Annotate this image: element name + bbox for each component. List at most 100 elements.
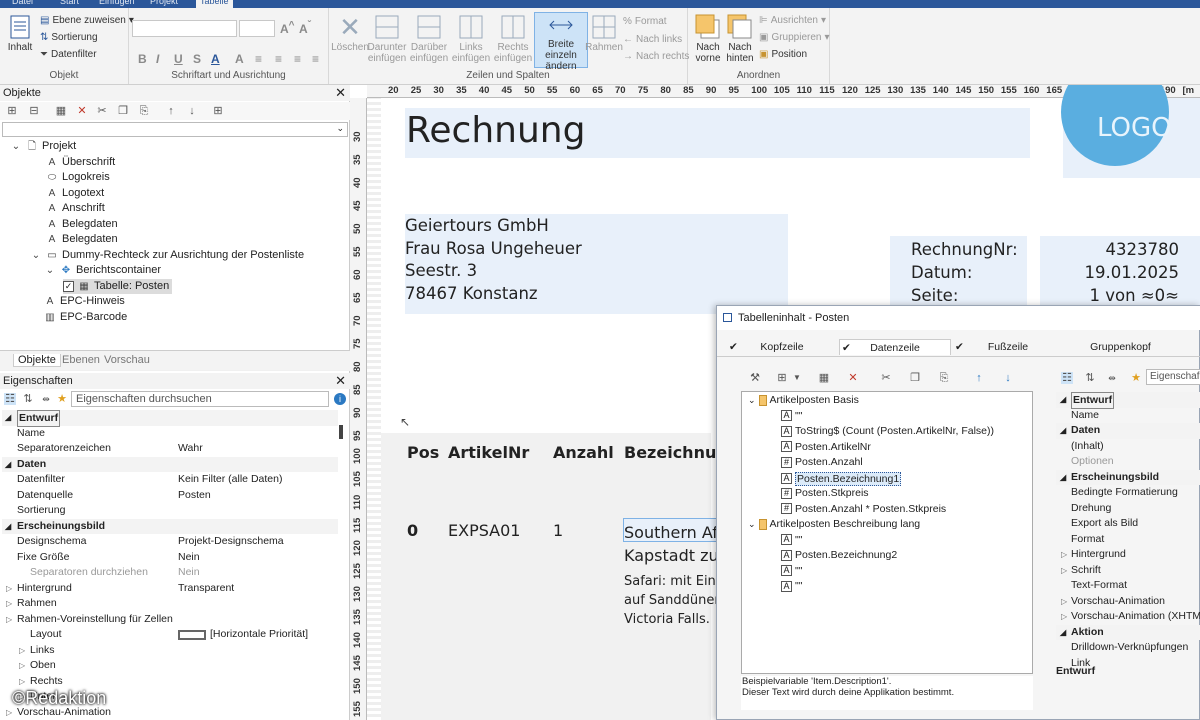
property-row[interactable]: ◢ Daten [2, 456, 338, 472]
dialog-property-row[interactable]: ▷ Vorschau-Animation (XHTML) [1056, 609, 1200, 625]
move-down-icon[interactable]: ↓ [1002, 372, 1014, 384]
darunter-einfuegen-button[interactable]: Darunter einfügen [367, 14, 407, 64]
property-row[interactable]: Designschema Projekt-Designschema [2, 534, 338, 550]
chevron-down-icon[interactable]: ⌄ [44, 263, 56, 279]
tree-item[interactable]: A EPC-Hinweis [44, 294, 125, 310]
property-row[interactable]: ▷ Rechts [2, 674, 338, 690]
italic-icon[interactable]: I [156, 52, 159, 66]
font-size-input[interactable] [239, 20, 275, 37]
cut-icon[interactable]: ✂ [880, 372, 892, 384]
tab-datenzeile[interactable]: ✔ Datenzeile [839, 339, 951, 355]
copy-icon[interactable]: ❐ [117, 105, 129, 117]
close-icon[interactable]: ✕ [335, 85, 346, 101]
tree-item[interactable]: A Logotext [30, 186, 105, 202]
dialog-property-row[interactable]: ◢ Entwurf [1056, 392, 1200, 409]
tree-item[interactable]: A Überschrift [30, 155, 116, 171]
dialog-property-row[interactable]: ▷ Hintergrund [1056, 547, 1200, 563]
property-row[interactable]: ▷ Oben [2, 658, 338, 674]
delete-icon[interactable]: ✕ [76, 105, 88, 117]
new-object-icon[interactable]: ⊞ [6, 105, 18, 117]
collapse-icon[interactable]: ◢ [1060, 423, 1066, 438]
tree-item[interactable]: ⌄ ✥ Berichtscontainer [44, 263, 161, 279]
dialog-property-row[interactable]: ◢ Aktion [1056, 624, 1200, 640]
tab-ebenen[interactable]: Ebenen [62, 354, 100, 366]
property-row[interactable]: ▷ Rahmen [2, 596, 338, 612]
ebene-zuweisen-button[interactable]: ▤Ebene zuweisen▾ [40, 15, 134, 26]
tree-item[interactable]: ⌄ 🗋 Projekt [10, 139, 76, 155]
collapse-icon[interactable]: ◢ [5, 519, 11, 534]
property-row[interactable]: Name [2, 426, 338, 442]
tab-fusszeile[interactable]: ✔ Fußzeile [953, 339, 1063, 355]
tab-kopfzeile[interactable]: ✔ Kopfzeile [727, 339, 837, 355]
properties-search-input[interactable]: Eigenschaften durchsuchen [71, 391, 329, 407]
copy-icon[interactable]: ❐ [909, 372, 921, 384]
collapse-icon[interactable]: ◢ [1060, 392, 1066, 407]
align-right-icon[interactable]: ≡ [294, 52, 301, 66]
dialog-property-row[interactable]: Bedingte Formatierung [1056, 485, 1200, 501]
tab-objekte[interactable]: Objekte [13, 354, 61, 367]
chevron-down-icon[interactable]: ⌄ [10, 139, 22, 155]
tree-item[interactable]: ⌄ ▭ Dummy-Rechteck zur Ausrichtung der Pos… [30, 248, 304, 264]
property-row[interactable]: Separatoren durchziehen Nein [2, 565, 338, 581]
favorite-star-icon[interactable]: ★ [1130, 372, 1142, 384]
property-row[interactable]: Separatorenzeichen Wahr [2, 441, 338, 457]
expand-icon[interactable]: ▷ [1061, 547, 1067, 562]
tab-einfuegen[interactable]: Einfügen [95, 0, 139, 8]
properties-scrollbar[interactable] [339, 425, 343, 439]
font-color-icon[interactable]: A [211, 52, 220, 66]
property-row[interactable]: ◢ Erscheinungsbild [2, 518, 338, 534]
loeschen-button[interactable]: ✕ Löschen [331, 14, 369, 54]
collapse-icon[interactable]: ◢ [1060, 625, 1066, 640]
objects-filter-dropdown[interactable]: ⌄ [2, 122, 348, 137]
categorized-icon[interactable]: ☷ [4, 393, 16, 405]
nach-links-button[interactable]: ← Nach links [623, 34, 682, 45]
info-icon[interactable]: i [334, 393, 346, 405]
tab-vorschau[interactable]: Vorschau [104, 354, 150, 366]
align-left-icon[interactable]: ≡ [255, 52, 262, 66]
dialog-property-row[interactable]: Text-Format [1056, 578, 1200, 594]
cut-icon[interactable]: ✂ [96, 105, 108, 117]
dialog-property-row[interactable]: ▷ Schrift [1056, 563, 1200, 579]
rahmen-button[interactable]: Rahmen [585, 14, 623, 53]
gruppieren-button[interactable]: ▣ Gruppieren ▾ [759, 32, 830, 43]
property-row[interactable]: ▷ Rahmen-Voreinstellung für Zellen [2, 612, 338, 628]
property-row[interactable]: Datenfilter Kein Filter (alle Daten) [2, 472, 338, 488]
font-name-input[interactable] [132, 20, 237, 37]
chevron-down-icon[interactable]: ⌄ [30, 248, 42, 264]
sortierung-button[interactable]: ⇅ Sortierung [40, 32, 98, 43]
expand-icon[interactable]: ▷ [1061, 594, 1067, 609]
tab-start[interactable]: Start [56, 0, 83, 8]
links-einfuegen-button[interactable]: Links einfügen [451, 14, 491, 64]
dialog-property-row[interactable]: ◢ Daten [1056, 423, 1200, 439]
collapse-icon[interactable]: ◢ [5, 410, 11, 425]
dialog-property-row[interactable]: ▷ Vorschau-Animation [1056, 594, 1200, 610]
categorized-icon[interactable]: ☷ [1061, 372, 1073, 384]
property-row[interactable]: Fixe Größe Nein [2, 550, 338, 566]
expand-icon[interactable]: ▷ [1061, 563, 1067, 578]
expand-icon[interactable]: ▷ [19, 674, 25, 689]
paste-icon[interactable]: ⎘ [938, 372, 950, 384]
datenfilter-button[interactable]: ⏷ Datenfilter [40, 49, 97, 60]
expand-icon[interactable]: ▷ [1061, 609, 1067, 624]
ausrichten-button[interactable]: ⊫ Ausrichten ▾ [759, 15, 826, 26]
format-button[interactable]: % Format [623, 16, 667, 27]
dialog-property-row[interactable]: Drilldown-Verknüpfungen [1056, 640, 1200, 656]
expand-icon[interactable]: ▷ [6, 581, 12, 596]
tree-item[interactable]: A Anschrift [30, 201, 105, 217]
sort-az-icon[interactable]: ⇅ [22, 393, 34, 405]
property-row[interactable]: Layout [Horizontale Priorität] [2, 627, 338, 643]
expand-icon[interactable]: ⇹ [40, 393, 52, 405]
delete-icon[interactable]: ✕ [847, 372, 859, 384]
nach-vorne-button[interactable]: Nach vorne [692, 14, 724, 64]
grow-font-icon[interactable]: A^ [280, 20, 295, 36]
checkbox-icon[interactable]: ✓ [63, 280, 74, 292]
nach-hinten-button[interactable]: Nach hinten [724, 14, 756, 64]
expand-icon[interactable]: ▷ [6, 612, 12, 627]
expand-icon[interactable]: ⇹ [1106, 372, 1118, 384]
property-row[interactable]: ▷ Hintergrund Transparent [2, 581, 338, 597]
property-row[interactable]: Sortierung [2, 503, 338, 519]
expand-icon[interactable]: ▷ [19, 643, 25, 658]
tree-item[interactable]: ▥ EPC-Barcode [44, 310, 127, 326]
new-object-2-icon[interactable]: ⊟ [28, 105, 40, 117]
inhalt-button[interactable]: Inhalt [6, 14, 34, 53]
